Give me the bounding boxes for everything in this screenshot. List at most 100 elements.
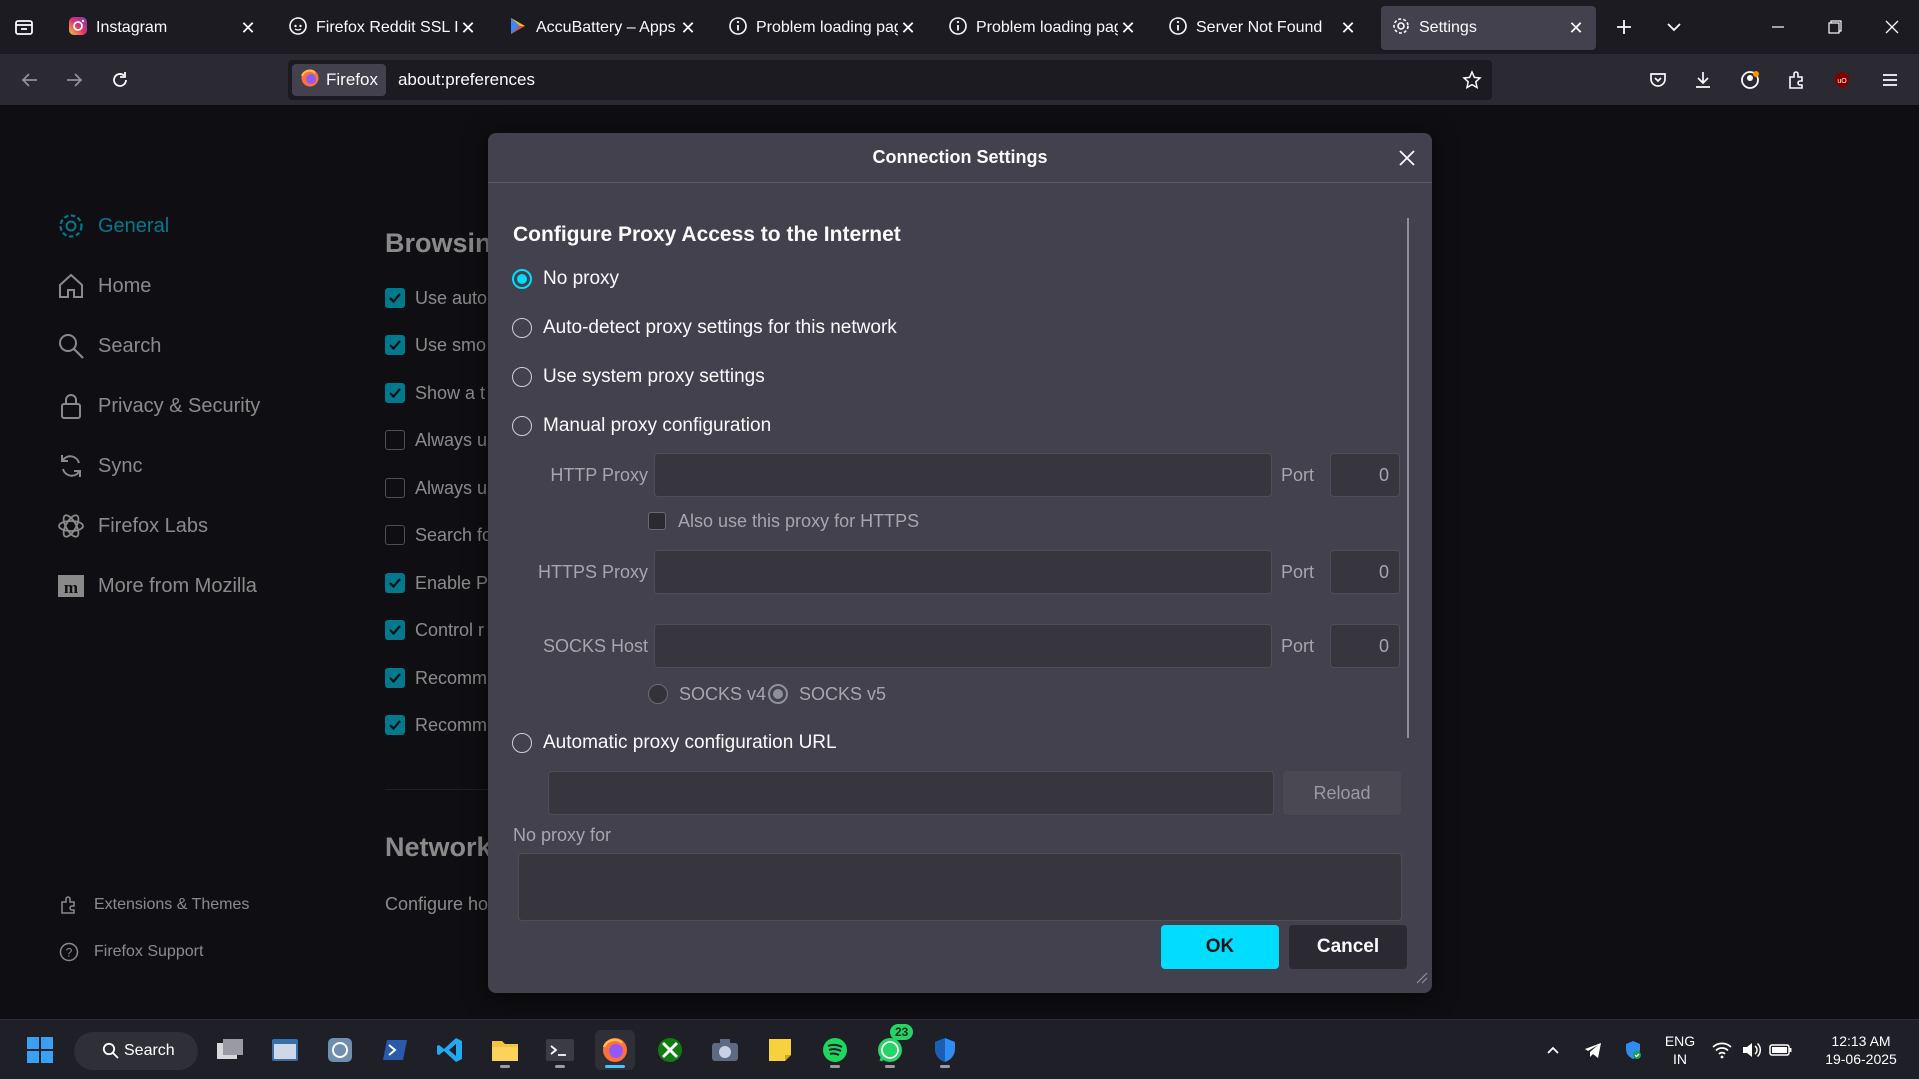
http-proxy-input[interactable] [654, 453, 1272, 497]
running-indicator [500, 1065, 510, 1068]
file-explorer-icon[interactable] [485, 1030, 525, 1070]
tab-problem-loading-2[interactable]: Problem loading page ✕ [938, 6, 1148, 50]
windows-start-icon[interactable] [20, 1030, 60, 1070]
close-icon[interactable]: ✕ [238, 18, 258, 39]
socks-v4-option[interactable]: SOCKS v4 [648, 681, 766, 707]
instagram-icon [68, 16, 88, 41]
dialog-heading: Configure Proxy Access to the Internet [513, 223, 901, 246]
auto-detect-option[interactable]: Auto-detect proxy settings for this netw… [512, 315, 897, 341]
dialog-title: Connection Settings [488, 133, 1432, 183]
terminal-icon[interactable] [540, 1030, 580, 1070]
auto-proxy-url-input[interactable] [548, 771, 1274, 815]
downloads-icon[interactable] [1685, 62, 1721, 98]
forward-arrow-icon[interactable] [56, 62, 92, 98]
volume-icon[interactable] [1737, 1030, 1765, 1070]
chevron-up-icon[interactable] [1533, 1030, 1573, 1070]
tab-settings[interactable]: Settings ✕ [1381, 6, 1596, 50]
firefox-view-icon[interactable] [6, 9, 42, 45]
scrollbar[interactable] [1407, 218, 1409, 738]
windows-taskbar: Search 23 ENG IN 12:13 AM 19-06-2025 [0, 1019, 1919, 1079]
tab-instagram[interactable]: Instagram ✕ [58, 6, 268, 50]
new-tab-icon[interactable] [1604, 8, 1644, 46]
minimize-icon[interactable] [1758, 8, 1798, 46]
radio-label: Auto-detect proxy settings for this netw… [543, 317, 897, 338]
firefox-logo-icon [300, 68, 320, 93]
account-icon[interactable] [1732, 62, 1768, 98]
vscode-icon[interactable] [430, 1030, 470, 1070]
system-proxy-option[interactable]: Use system proxy settings [512, 364, 765, 390]
task-view-icon[interactable] [210, 1030, 250, 1070]
close-icon[interactable]: ✕ [678, 18, 698, 39]
list-all-tabs-icon[interactable] [1654, 8, 1694, 46]
socks-host-input[interactable] [654, 624, 1272, 668]
radio-button[interactable] [512, 416, 532, 436]
socks-port-input[interactable]: 0 [1330, 624, 1400, 668]
back-arrow-icon[interactable] [12, 62, 48, 98]
info-icon [728, 16, 748, 41]
socks-v5-option[interactable]: SOCKS v5 [768, 681, 886, 707]
manual-proxy-option[interactable]: Manual proxy configuration [512, 413, 771, 439]
ublock-icon[interactable]: uO [1824, 62, 1860, 98]
no-proxy-for-textarea[interactable] [518, 853, 1402, 921]
https-proxy-input[interactable] [654, 550, 1272, 594]
http-port-input[interactable]: 0 [1330, 453, 1400, 497]
language-indicator[interactable]: ENG IN [1658, 1032, 1702, 1068]
lang-bottom: IN [1673, 1051, 1687, 1067]
resize-grip-icon[interactable] [1414, 970, 1428, 989]
taskbar-search[interactable]: Search [74, 1032, 198, 1070]
notification-badge: 23 [890, 1024, 914, 1040]
radio-button[interactable] [512, 269, 532, 289]
tab-server-not-found[interactable]: Server Not Found ✕ [1158, 6, 1368, 50]
cancel-button[interactable]: Cancel [1289, 925, 1407, 969]
identity-box[interactable]: Firefox [292, 64, 386, 96]
clock[interactable]: 12:13 AM 19-06-2025 [1806, 1032, 1916, 1068]
camera-icon[interactable] [705, 1030, 745, 1070]
whatsapp-icon[interactable]: 23 [870, 1024, 914, 1070]
telegram-icon[interactable] [1573, 1030, 1613, 1070]
reload-icon[interactable] [102, 62, 138, 98]
powershell-icon[interactable] [375, 1030, 415, 1070]
close-icon[interactable] [1394, 145, 1420, 171]
tab-title: Server Not Found [1196, 19, 1323, 36]
close-icon[interactable]: ✕ [1566, 18, 1586, 39]
close-icon[interactable]: ✕ [1118, 18, 1138, 39]
xbox-icon[interactable] [650, 1030, 690, 1070]
radio-button[interactable] [512, 318, 532, 338]
radio-button[interactable] [768, 684, 788, 704]
wifi-icon[interactable] [1708, 1030, 1736, 1070]
radio-label: SOCKS v5 [799, 683, 887, 704]
url-text[interactable]: about:preferences [398, 70, 535, 90]
https-proxy-label: HTTPS Proxy [537, 561, 648, 582]
ok-button[interactable]: OK [1161, 925, 1279, 969]
auto-proxy-url-option[interactable]: Automatic proxy configuration URL [512, 730, 837, 756]
also-https-checkbox-row[interactable]: Also use this proxy for HTTPS [648, 508, 919, 534]
security-shield-icon[interactable] [925, 1030, 965, 1070]
app-icon[interactable] [320, 1030, 360, 1070]
reload-button[interactable]: Reload [1283, 771, 1401, 815]
tab-problem-loading-1[interactable]: Problem loading page ✕ [718, 6, 928, 50]
radio-button[interactable] [512, 733, 532, 753]
close-icon[interactable]: ✕ [1338, 18, 1358, 39]
tab-reddit[interactable]: Firefox Reddit SSL Issu ✕ [278, 6, 488, 50]
restore-icon[interactable] [1815, 8, 1855, 46]
battery-icon[interactable] [1766, 1030, 1796, 1070]
url-bar[interactable]: Firefox about:preferences [288, 60, 1492, 100]
checkbox[interactable] [648, 512, 666, 530]
https-port-input[interactable]: 0 [1330, 550, 1400, 594]
spotify-icon[interactable] [815, 1030, 855, 1070]
radio-button[interactable] [648, 684, 668, 704]
close-window-icon[interactable] [1872, 8, 1912, 46]
sticky-notes-icon[interactable] [760, 1030, 800, 1070]
tab-accubattery[interactable]: AccuBattery – Apps on ✕ [498, 6, 708, 50]
radio-button[interactable] [512, 367, 532, 387]
explorer-window-icon[interactable] [265, 1030, 305, 1070]
close-icon[interactable]: ✕ [898, 18, 918, 39]
close-icon[interactable]: ✕ [458, 18, 478, 39]
pocket-icon[interactable] [1640, 62, 1676, 98]
menu-icon[interactable] [1872, 62, 1908, 98]
defender-tray-icon[interactable] [1613, 1030, 1653, 1070]
no-proxy-option[interactable]: No proxy [512, 266, 619, 292]
bookmark-star-icon[interactable] [1462, 70, 1482, 95]
extensions-icon[interactable] [1778, 62, 1814, 98]
firefox-taskbar-icon[interactable] [595, 1030, 635, 1070]
